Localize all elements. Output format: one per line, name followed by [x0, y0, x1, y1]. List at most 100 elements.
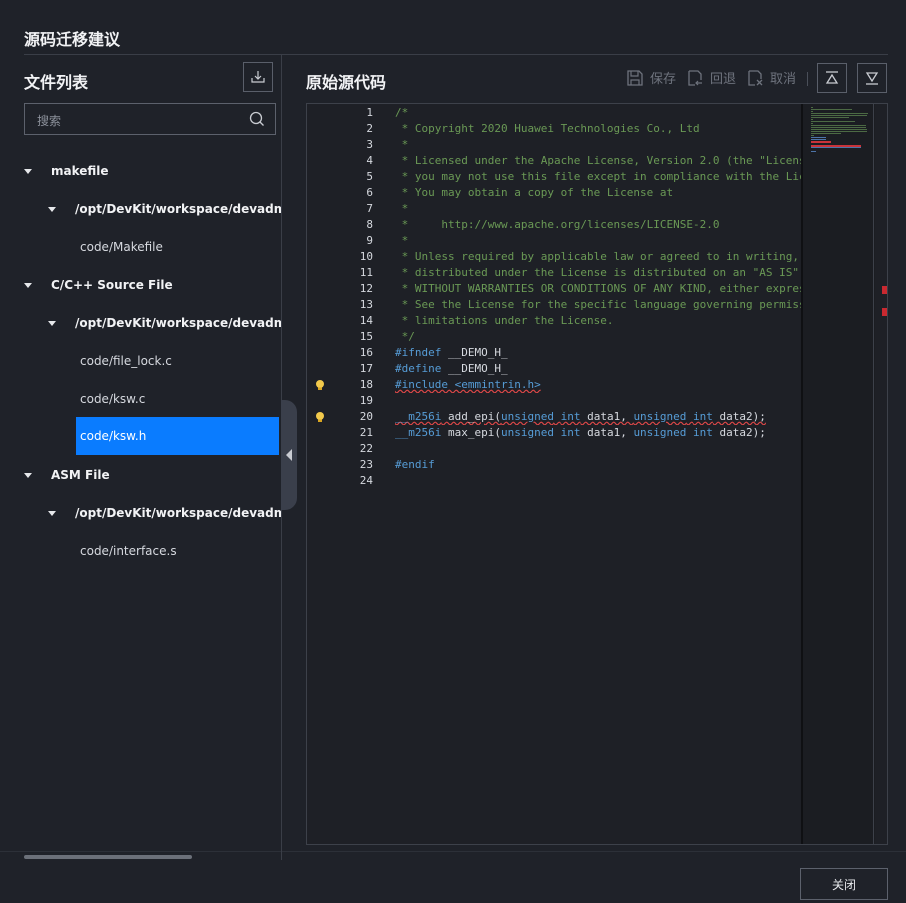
- code-line[interactable]: 16 #ifndef __DEMO_H_: [307, 345, 801, 361]
- search-input[interactable]: 搜索: [24, 103, 276, 135]
- code-text: * You may obtain a copy of the License a…: [395, 185, 801, 201]
- code-line[interactable]: 7 *: [307, 201, 801, 217]
- cancel-button[interactable]: 取消: [746, 68, 796, 87]
- file-list-title: 文件列表: [24, 73, 89, 92]
- line-number: 6: [366, 186, 373, 199]
- code-line[interactable]: 20 __m256i add_epi(unsigned int data1, un…: [307, 409, 801, 425]
- code-line[interactable]: 24: [307, 473, 801, 489]
- code-text: * Licensed under the Apache License, Ver…: [395, 153, 801, 169]
- line-number: 13: [359, 298, 373, 311]
- collapse-panel-button[interactable]: [281, 400, 297, 510]
- code-line[interactable]: 12 * WITHOUT WARRANTIES OR CONDITIONS OF…: [307, 281, 801, 297]
- caret-down-icon: [48, 320, 56, 326]
- code-line[interactable]: 17 #define __DEMO_H_: [307, 361, 801, 377]
- editor-title: 原始源代码: [306, 73, 387, 92]
- code-text: /*: [395, 105, 801, 121]
- line-number: 11: [359, 266, 373, 279]
- line-number: 10: [359, 250, 373, 263]
- line-number: 7: [366, 202, 373, 215]
- dialog-title: 源码迁移建议: [24, 30, 121, 49]
- code-line[interactable]: 19: [307, 393, 801, 409]
- lightbulb-icon[interactable]: [314, 411, 326, 423]
- minimap-line: [811, 151, 816, 152]
- minimap[interactable]: [801, 104, 875, 844]
- tree-group-makefile[interactable]: makefile: [24, 152, 274, 190]
- code-token: __DEMO_H_: [441, 362, 508, 375]
- line-number: 21: [359, 426, 373, 439]
- line-number: 15: [359, 330, 373, 343]
- line-number: 22: [359, 442, 373, 455]
- line-number: 9: [366, 234, 373, 247]
- code-line[interactable]: 13 * See the License for the specific la…: [307, 297, 801, 313]
- line-number: 18: [359, 378, 373, 391]
- line-number: 20: [359, 410, 373, 423]
- minimap-line: [811, 137, 826, 138]
- code-line[interactable]: 2 * Copyright 2020 Huawei Technologies C…: [307, 121, 801, 137]
- comment-text: * You may obtain a copy of the License a…: [395, 186, 674, 199]
- scroll-to-top-button[interactable]: [817, 63, 847, 93]
- tree-dir[interactable]: /opt/DevKit/workspace/devadmin/p: [48, 494, 281, 532]
- minimap-line: [811, 115, 867, 116]
- error-marker[interactable]: [882, 286, 887, 294]
- code-line[interactable]: 9 *: [307, 233, 801, 249]
- code-line[interactable]: 4 * Licensed under the Apache License, V…: [307, 153, 801, 169]
- comment-text: * distributed under the License is distr…: [395, 266, 799, 279]
- editor-vertical-scrollbar[interactable]: [873, 104, 887, 844]
- code-text: __m256i max_epi(unsigned int data1, unsi…: [395, 425, 801, 441]
- revert-button[interactable]: 回退: [686, 68, 736, 87]
- save-label: 保存: [650, 72, 677, 87]
- tree-file[interactable]: code/ksw.c: [76, 380, 279, 418]
- tree-group-c-source[interactable]: C/C++ Source File: [24, 266, 274, 304]
- code-token: __DEMO_H_: [441, 346, 508, 359]
- code-line[interactable]: 6 * You may obtain a copy of the License…: [307, 185, 801, 201]
- close-button[interactable]: 关闭: [800, 868, 888, 900]
- code-line[interactable]: 11 * distributed under the License is di…: [307, 265, 801, 281]
- code-text: * Copyright 2020 Huawei Technologies Co.…: [395, 121, 801, 137]
- code-line[interactable]: 8 * http://www.apache.org/licenses/LICEN…: [307, 217, 801, 233]
- code-line[interactable]: 1 /*: [307, 105, 801, 121]
- tree-group-asm[interactable]: ASM File: [24, 456, 274, 494]
- search-icon[interactable]: [249, 111, 265, 127]
- code-line[interactable]: 10 * Unless required by applicable law o…: [307, 249, 801, 265]
- tree-file[interactable]: code/Makefile: [76, 228, 279, 266]
- code-text: #ifndef __DEMO_H_: [395, 345, 801, 361]
- line-number: 1: [366, 106, 373, 119]
- code-line[interactable]: 14 * limitations under the License.: [307, 313, 801, 329]
- error-marker[interactable]: [882, 308, 887, 316]
- horizontal-scrollbar[interactable]: [24, 855, 192, 859]
- code-editor[interactable]: 1 /* 2 * Copyright 2020 Huawei Technologie…: [306, 103, 888, 845]
- code-line[interactable]: 18 #include <emmintrin.h>: [307, 377, 801, 393]
- tree-dir-label: /opt/DevKit/workspace/devadmin/p: [75, 316, 281, 330]
- code-text: */: [395, 329, 801, 345]
- line-number: 2: [366, 122, 373, 135]
- code-line[interactable]: 5 * you may not use this file except in …: [307, 169, 801, 185]
- code-line[interactable]: 21 __m256i max_epi(unsigned int data1, un…: [307, 425, 801, 441]
- tree-file-selected[interactable]: code/ksw.h: [76, 417, 279, 455]
- lightbulb-icon[interactable]: [314, 379, 326, 391]
- comment-text: * WITHOUT WARRANTIES OR CONDITIONS OF AN…: [395, 282, 801, 295]
- minimap-line: [811, 129, 867, 130]
- save-button[interactable]: 保存: [626, 68, 676, 87]
- code-line[interactable]: 23 #endif: [307, 457, 801, 473]
- comment-text: *: [395, 234, 409, 247]
- tree-file[interactable]: code/file_lock.c: [76, 342, 279, 380]
- tree-dir[interactable]: /opt/DevKit/workspace/devadmin/p: [48, 190, 281, 228]
- code-text: * you may not use this file except in co…: [395, 169, 801, 185]
- scroll-to-bottom-button[interactable]: [857, 63, 887, 93]
- code-line[interactable]: 3 *: [307, 137, 801, 153]
- caret-down-icon: [48, 206, 56, 212]
- minimap-line: [811, 107, 813, 108]
- code-token: __m256i: [395, 410, 442, 423]
- line-number: 16: [359, 346, 373, 359]
- download-button[interactable]: [243, 62, 273, 92]
- code-line[interactable]: 15 */: [307, 329, 801, 345]
- tree-dir[interactable]: /opt/DevKit/workspace/devadmin/p: [48, 304, 281, 342]
- minimap-line: [811, 113, 868, 114]
- caret-down-icon: [24, 168, 32, 174]
- code-token: data2);: [712, 426, 766, 439]
- tree-file[interactable]: code/interface.s: [76, 532, 279, 570]
- code-line[interactable]: 22: [307, 441, 801, 457]
- comment-text: *: [395, 138, 409, 151]
- comment-text: * Unless required by applicable law or a…: [395, 250, 799, 263]
- code-token: __m256i: [395, 426, 442, 439]
